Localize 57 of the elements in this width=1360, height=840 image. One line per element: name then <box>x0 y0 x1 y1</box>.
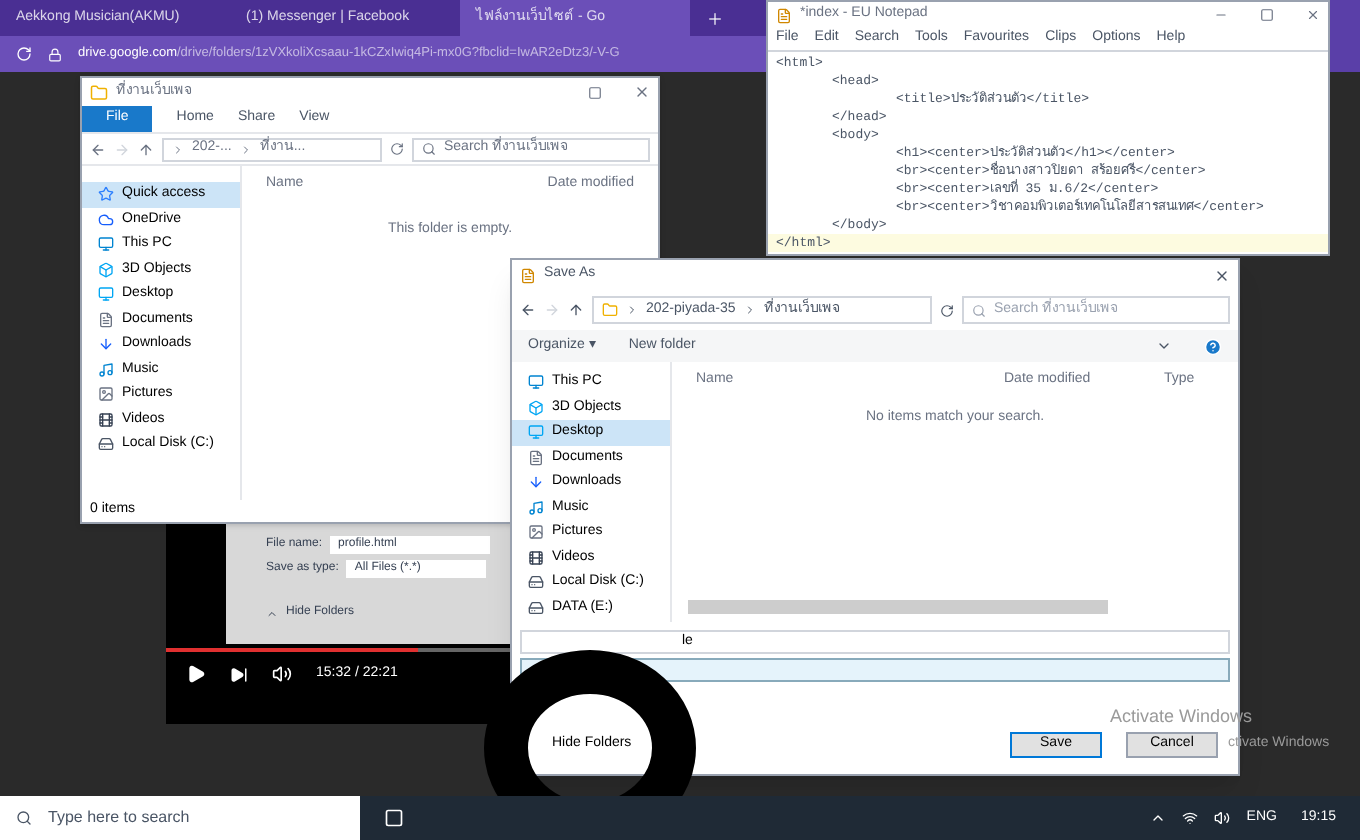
chevron-icon <box>743 304 756 316</box>
task-view-icon[interactable] <box>384 808 404 828</box>
volume-icon[interactable] <box>272 664 292 685</box>
notepad-icon <box>776 7 792 23</box>
monitor-icon <box>98 286 114 303</box>
picture-icon <box>98 386 114 403</box>
picture-icon <box>528 524 544 541</box>
horizontal-scrollbar[interactable] <box>688 600 1108 614</box>
volume-icon[interactable] <box>1214 810 1231 826</box>
search-icon <box>422 142 436 156</box>
help-icon[interactable] <box>1204 337 1222 355</box>
monitor-icon <box>528 424 544 441</box>
cube-icon <box>98 261 114 278</box>
code-editor[interactable] <box>768 50 1328 254</box>
music-icon <box>98 361 114 378</box>
monitor-icon <box>98 236 114 253</box>
view-options-icon[interactable] <box>1156 338 1172 354</box>
maximize-icon[interactable] <box>588 85 602 99</box>
next-icon[interactable] <box>230 665 248 684</box>
music-icon <box>528 499 544 516</box>
network-icon[interactable] <box>1182 810 1199 826</box>
chevron-icon <box>239 143 252 155</box>
folder-icon <box>90 83 108 101</box>
taskbar-search-field[interactable]: Type here to search <box>0 796 360 840</box>
new-tab-icon[interactable] <box>706 9 724 27</box>
refresh-icon[interactable] <box>940 303 954 317</box>
cloud-icon <box>98 211 114 228</box>
play-icon[interactable] <box>186 664 206 685</box>
drive-icon <box>98 436 114 453</box>
monitor-icon <box>528 374 544 391</box>
film-icon <box>98 411 114 428</box>
film-icon <box>528 549 544 566</box>
document-icon <box>528 449 544 466</box>
close-icon[interactable] <box>1306 8 1320 22</box>
close-icon[interactable] <box>634 84 650 100</box>
maximize-icon[interactable] <box>1260 8 1274 22</box>
document-icon <box>98 311 114 328</box>
download-icon <box>98 336 114 353</box>
lock-icon <box>48 47 62 61</box>
dialog-icon <box>520 267 536 283</box>
chevron-icon <box>266 607 278 619</box>
back-icon[interactable] <box>90 141 106 157</box>
close-icon[interactable] <box>1214 267 1230 283</box>
cube-icon <box>528 399 544 416</box>
up-icon[interactable] <box>138 141 154 157</box>
search-icon <box>16 810 32 826</box>
folder-icon <box>602 302 618 318</box>
star-icon <box>98 186 114 203</box>
search-icon <box>972 303 986 317</box>
chevron-icon <box>172 143 184 155</box>
drive-icon <box>528 599 544 616</box>
refresh-icon[interactable] <box>390 142 404 156</box>
up-icon[interactable] <box>568 302 584 318</box>
back-icon[interactable] <box>520 302 536 318</box>
drive-icon <box>528 574 544 591</box>
chevron-icon <box>626 304 638 316</box>
download-icon <box>528 474 544 491</box>
